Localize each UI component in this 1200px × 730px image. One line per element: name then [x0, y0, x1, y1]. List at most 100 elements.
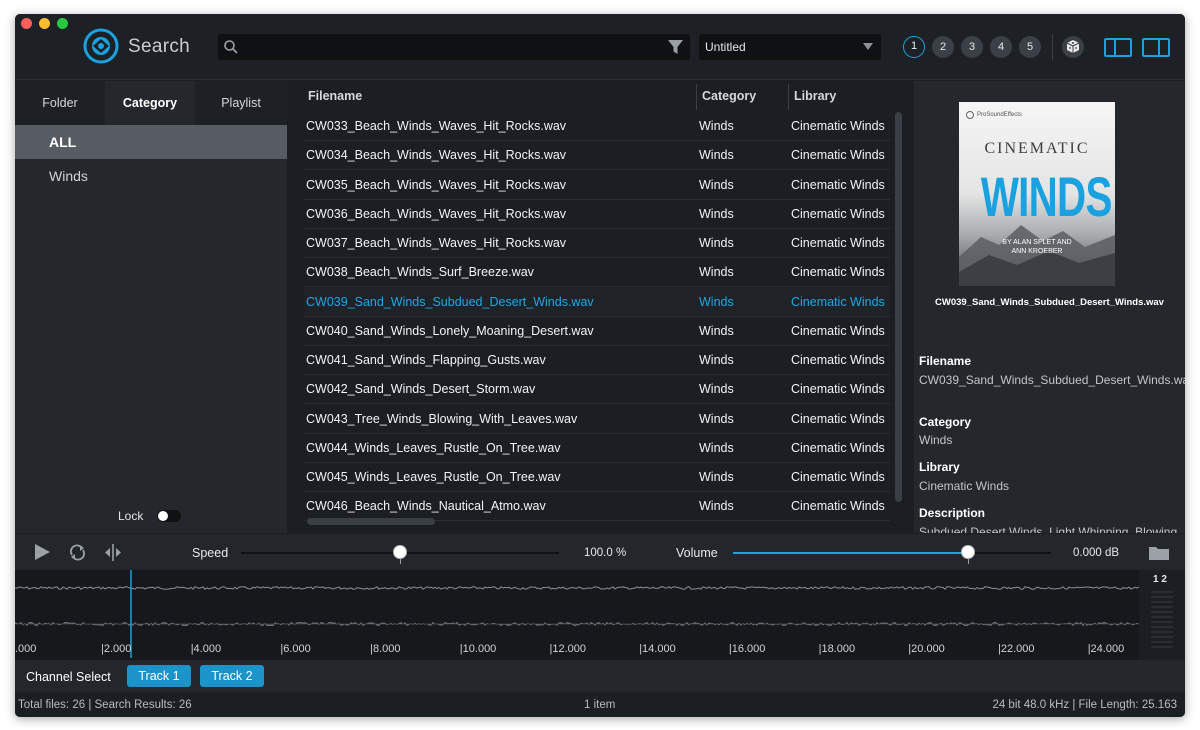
- track-2-button[interactable]: Track 2: [200, 665, 264, 687]
- file-list-horizontal-scrollbar[interactable]: [307, 518, 435, 525]
- row-library: Cinematic Winds: [791, 353, 885, 367]
- status-selection-count: 1 item: [584, 699, 616, 711]
- row-category: Winds: [699, 236, 734, 250]
- filter-icon[interactable]: [667, 39, 684, 55]
- row-library: Cinematic Winds: [791, 265, 885, 280]
- table-row[interactable]: CW040_Sand_Winds_Lonely_Moaning_Desert.w…: [304, 317, 890, 346]
- table-row[interactable]: CW043_Tree_Winds_Blowing_With_Leaves.wav…: [304, 405, 890, 434]
- library-value: Cinematic Winds: [919, 479, 1010, 493]
- category-item-all[interactable]: ALL: [15, 125, 287, 159]
- column-header-filename[interactable]: Filename: [302, 81, 696, 112]
- dice-icon: [1066, 40, 1080, 53]
- folder-icon[interactable]: [1148, 544, 1170, 561]
- publisher-logo-icon: [966, 111, 974, 119]
- lock-toggle-knob: [158, 511, 168, 521]
- table-row[interactable]: CW041_Sand_Winds_Flapping_Gusts.wav Winds…: [304, 346, 890, 375]
- info-panel: ProSoundEffects CINEMATIC WINDS BY ALAN …: [914, 81, 1185, 533]
- ruler-tick-label: .000: [15, 643, 37, 655]
- ruler-tick-label: |18.000: [818, 643, 856, 655]
- table-row[interactable]: CW036_Beach_Winds_Waves_Hit_Rocks.wav Win…: [304, 200, 890, 229]
- row-category: Winds: [699, 499, 734, 514]
- column-header-library[interactable]: Library: [788, 81, 898, 112]
- row-category: Winds: [699, 470, 734, 484]
- ruler-tick-label: |24.000: [1087, 643, 1125, 655]
- row-category: Winds: [699, 119, 734, 133]
- ruler-tick-label: |2.000: [101, 643, 132, 655]
- page-button-1[interactable]: 1: [903, 36, 925, 58]
- ruler-tick-label: |10.000: [459, 643, 497, 655]
- layout-right-panel-icon[interactable]: [1142, 38, 1170, 57]
- row-library: Cinematic Winds: [791, 148, 885, 163]
- file-list-vertical-scrollbar[interactable]: [895, 112, 902, 502]
- zoom-window-button[interactable]: [57, 18, 68, 29]
- row-filename: CW045_Winds_Leaves_Rustle_On_Tree.wav: [306, 470, 561, 484]
- page-button-2[interactable]: 2: [932, 36, 954, 58]
- layout-left-panel-icon[interactable]: [1104, 38, 1132, 57]
- table-row[interactable]: CW046_Beach_Winds_Nautical_Atmo.wav Winds…: [304, 492, 890, 522]
- row-category: Winds: [699, 353, 734, 367]
- status-bar: Total files: 26 | Search Results: 26 1 i…: [15, 692, 1185, 717]
- tab-folder[interactable]: Folder: [15, 81, 105, 125]
- row-library: Cinematic Winds: [791, 499, 885, 514]
- cover-caption: CW039_Sand_Winds_Subdued_Desert_Winds.wa…: [935, 297, 1164, 308]
- row-category: Winds: [699, 411, 734, 426]
- row-filename: CW038_Beach_Winds_Surf_Breeze.wav: [306, 265, 534, 280]
- speed-slider-knob[interactable]: [393, 545, 407, 564]
- table-row[interactable]: CW042_Sand_Winds_Desert_Storm.wav Winds Ci…: [304, 375, 890, 405]
- category-label: Category: [919, 415, 972, 429]
- library-label: Library: [919, 460, 960, 474]
- status-file-counts: Total files: 26 | Search Results: 26: [18, 699, 192, 711]
- table-row[interactable]: CW044_Winds_Leaves_Rustle_On_Tree.wav Win…: [304, 434, 890, 463]
- waveform-display[interactable]: .000 |2.000 |4.000 |6.000 |8.000 |10.000 |12.0…: [15, 570, 1185, 660]
- table-row[interactable]: CW039_Sand_Winds_Subdued_Desert_Winds.wa…: [304, 287, 890, 317]
- tab-category[interactable]: Category: [105, 81, 195, 125]
- waveform-trace-channel-1: [15, 586, 1140, 591]
- ruler-tick-label: |22.000: [998, 643, 1035, 655]
- row-category: Winds: [699, 323, 734, 338]
- cover-title-line1: CINEMATIC: [984, 140, 1090, 157]
- lock-toggle[interactable]: [157, 510, 181, 522]
- row-library: Cinematic Winds: [791, 206, 885, 221]
- row-category: Winds: [699, 382, 734, 397]
- lock-label: Lock: [118, 509, 144, 523]
- table-row[interactable]: CW034_Beach_Winds_Waves_Hit_Rocks.wav Win…: [304, 141, 890, 171]
- cover-credit-line1: BY ALAN SPLET AND: [1002, 239, 1072, 246]
- description-value: Subdued Desert Winds, Light Whipping, Bl…: [919, 525, 1178, 533]
- table-row[interactable]: CW037_Beach_Winds_Waves_Hit_Rocks.wav Win…: [304, 229, 890, 258]
- status-file-info: 24 bit 48.0 kHz | File Length: 25.163: [992, 699, 1177, 711]
- column-header-category[interactable]: Category: [696, 81, 788, 112]
- track-1-button[interactable]: Track 1: [127, 665, 191, 687]
- row-filename: CW034_Beach_Winds_Waves_Hit_Rocks.wav: [306, 148, 567, 163]
- category-value: Winds: [919, 433, 953, 447]
- minimize-window-button[interactable]: [39, 18, 50, 29]
- channel-select-label: Channel Select: [26, 670, 111, 684]
- app-window: Search Untitled 1 2 3 4 5 Folder Categor…: [15, 14, 1185, 717]
- volume-slider-knob[interactable]: [961, 545, 976, 564]
- page-button-3[interactable]: 3: [961, 36, 983, 58]
- scrub-icon[interactable]: [102, 543, 124, 562]
- search-box[interactable]: [218, 34, 690, 60]
- playlist-dropdown[interactable]: Untitled: [699, 34, 881, 60]
- close-window-button[interactable]: [21, 18, 32, 29]
- sidebar: Folder Category Playlist ALL Winds Lock: [15, 81, 287, 533]
- table-row[interactable]: CW035_Beach_Winds_Waves_Hit_Rocks.wav Win…: [304, 171, 890, 200]
- random-dice-button[interactable]: [1062, 36, 1084, 58]
- row-library: Cinematic Winds: [791, 294, 885, 309]
- search-input[interactable]: [244, 34, 664, 60]
- page-button-5[interactable]: 5: [1019, 36, 1041, 58]
- volume-value: 0.000 dB: [1073, 547, 1120, 559]
- table-row[interactable]: CW045_Winds_Leaves_Rustle_On_Tree.wav Win…: [304, 463, 890, 492]
- row-library: Cinematic Winds: [791, 440, 885, 455]
- cover-publisher: ProSoundEffects: [977, 112, 1022, 118]
- page-button-4[interactable]: 4: [990, 36, 1012, 58]
- row-library: Cinematic Winds: [791, 119, 885, 133]
- table-row[interactable]: CW033_Beach_Winds_Waves_Hit_Rocks.wav Win…: [304, 112, 890, 141]
- volume-slider-fill: [733, 552, 969, 554]
- play-icon[interactable]: [35, 544, 50, 560]
- loop-icon[interactable]: [68, 543, 87, 562]
- tab-playlist[interactable]: Playlist: [195, 81, 287, 125]
- row-library: Cinematic Winds: [791, 470, 885, 484]
- table-row[interactable]: CW038_Beach_Winds_Surf_Breeze.wav Winds Ci…: [304, 258, 890, 288]
- category-item-winds[interactable]: Winds: [15, 159, 287, 193]
- ruler-tick-label: |14.000: [639, 643, 676, 655]
